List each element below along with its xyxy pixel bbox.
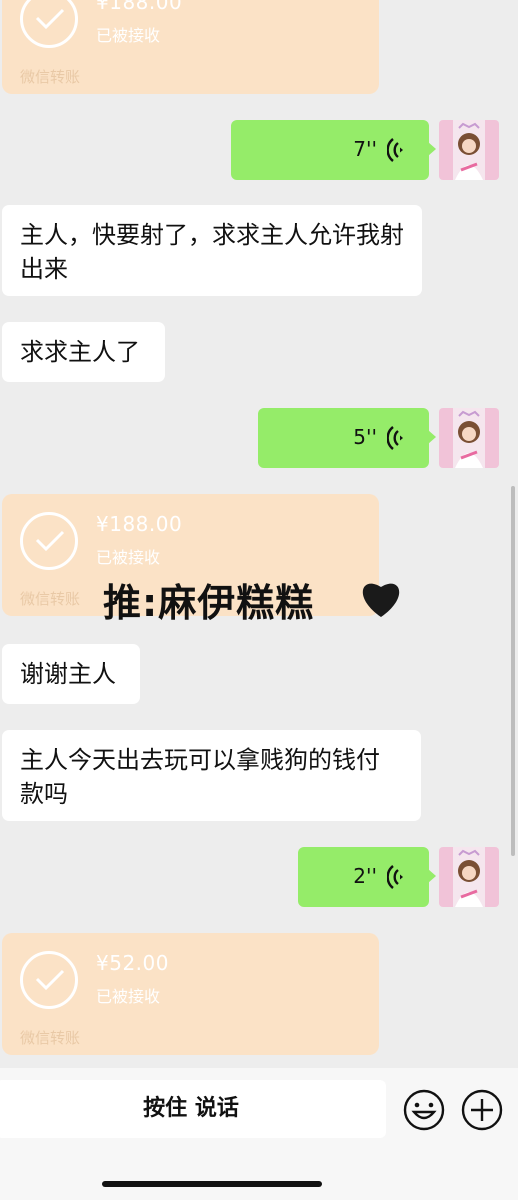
voice-duration: 7'' [353, 137, 377, 161]
watermark-text: 推:麻伊糕糕 [103, 581, 315, 625]
plus-icon[interactable] [460, 1088, 504, 1132]
black-heart-icon [362, 583, 400, 617]
scrollbar[interactable] [511, 486, 515, 856]
check-circle-icon [20, 512, 78, 570]
text-message[interactable]: 主人今天出去玩可以拿贱狗的钱付款吗 [2, 730, 421, 821]
text-message[interactable]: 谢谢主人 [2, 644, 140, 704]
voice-message[interactable]: 2'' [298, 847, 436, 907]
voice-wave-icon [387, 426, 403, 450]
transfer-status: 已被接收 [96, 987, 161, 1006]
hold-to-talk-button[interactable]: 按住 说话 [0, 1080, 386, 1138]
transfer-amount: ¥188.00 [96, 512, 183, 536]
chat-area[interactable]: ¥188.00 已被接收 微信转账 7'' 主人，快要射了，求求主人允许我射出来… [0, 0, 518, 1068]
transfer-card[interactable]: ¥188.00 已被接收 微信转账 [2, 0, 379, 94]
transfer-status: 已被接收 [96, 26, 161, 45]
voice-wave-icon [387, 138, 403, 162]
check-circle-icon [20, 0, 78, 48]
text-message[interactable]: 主人，快要射了，求求主人允许我射出来 [2, 205, 422, 296]
voice-message[interactable]: 5'' [258, 408, 436, 468]
transfer-footer: 微信转账 [20, 1029, 81, 1047]
avatar[interactable] [439, 408, 499, 468]
transfer-footer: 微信转账 [20, 590, 81, 608]
voice-message[interactable]: 7'' [231, 120, 436, 180]
transfer-amount: ¥188.00 [96, 0, 183, 14]
avatar[interactable] [439, 847, 499, 907]
message-text: 主人，快要射了，求求主人允许我射出来 [20, 221, 404, 283]
message-text: 求求主人了 [20, 338, 140, 366]
voice-duration: 5'' [353, 425, 377, 449]
voice-wave-icon [387, 865, 403, 889]
emoji-icon[interactable] [402, 1088, 446, 1132]
transfer-footer: 微信转账 [20, 68, 81, 86]
check-circle-icon [20, 951, 78, 1009]
message-text: 谢谢主人 [20, 660, 116, 688]
home-indicator[interactable] [102, 1181, 322, 1187]
text-message[interactable]: 求求主人了 [2, 322, 165, 382]
voice-duration: 2'' [353, 864, 377, 888]
transfer-card[interactable]: ¥52.00 已被接收 微信转账 [2, 933, 379, 1055]
message-text: 主人今天出去玩可以拿贱狗的钱付款吗 [20, 746, 380, 808]
avatar[interactable] [439, 120, 499, 180]
transfer-amount: ¥52.00 [96, 951, 169, 975]
transfer-status: 已被接收 [96, 548, 161, 567]
